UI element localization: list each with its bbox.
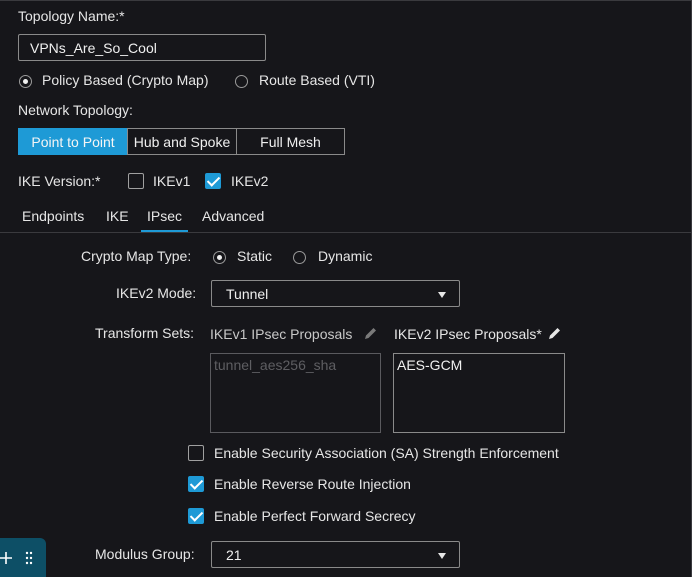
- caret-down-icon: [438, 553, 446, 559]
- floating-toolbar[interactable]: [0, 538, 46, 577]
- radio-policy-based-label: Policy Based (Crypto Map): [42, 72, 209, 88]
- radio-route-based[interactable]: Route Based (VTI): [234, 72, 384, 90]
- topology-full-mesh[interactable]: Full Mesh: [236, 128, 345, 155]
- caret-down-icon: [438, 292, 446, 298]
- perfect-forward-secrecy-label: Enable Perfect Forward Secrecy: [214, 508, 416, 524]
- sa-strength-checkbox[interactable]: [188, 445, 204, 461]
- perfect-forward-secrecy-checkbox[interactable]: [188, 508, 204, 524]
- top-divider: [0, 0, 692, 1]
- list-item[interactable]: AES-GCM: [397, 357, 462, 373]
- radio-policy-based-indicator[interactable]: [19, 75, 32, 88]
- radio-dynamic-label: Dynamic: [318, 248, 373, 264]
- transform-sets-label: Transform Sets:: [95, 325, 195, 341]
- radio-static[interactable]: Static: [212, 248, 282, 266]
- reverse-route-injection-label: Enable Reverse Route Injection: [214, 476, 411, 492]
- ikev2-checkbox[interactable]: [205, 173, 221, 189]
- tabs-divider: [0, 232, 692, 233]
- radio-policy-based[interactable]: Policy Based (Crypto Map): [18, 72, 218, 90]
- topology-name-label: Topology Name:*: [18, 8, 125, 24]
- ikev1-label: IKEv1: [153, 173, 191, 189]
- ikev1-checkbox[interactable]: [128, 173, 144, 189]
- reverse-route-injection-checkbox[interactable]: [188, 476, 204, 492]
- pencil-icon[interactable]: [547, 326, 562, 341]
- modulus-group-label: Modulus Group:: [95, 546, 195, 562]
- plus-icon[interactable]: [0, 552, 12, 564]
- radio-static-label: Static: [237, 248, 273, 264]
- ikev2-label: IKEv2: [231, 173, 269, 189]
- ike-version-label: IKE Version:*: [18, 173, 101, 189]
- ikev2-mode-value: Tunnel: [226, 285, 269, 302]
- ikev2-proposals-list[interactable]: AES-GCM: [393, 353, 565, 433]
- tab-ipsec[interactable]: IPsec: [140, 208, 189, 233]
- radio-route-based-label: Route Based (VTI): [259, 72, 375, 88]
- radio-dynamic[interactable]: Dynamic: [292, 248, 382, 266]
- ikev2-mode-label: IKEv2 Mode:: [116, 285, 197, 301]
- radio-dynamic-indicator[interactable]: [293, 251, 306, 264]
- sa-strength-label: Enable Security Association (SA) Strengt…: [214, 445, 559, 461]
- modulus-group-select[interactable]: 21: [211, 541, 460, 568]
- crypto-map-type-label: Crypto Map Type:: [81, 248, 192, 264]
- ikev1-proposals-list: tunnel_aes256_sha: [210, 353, 381, 433]
- list-item: tunnel_aes256_sha: [214, 357, 337, 373]
- tab-advanced[interactable]: Advanced: [202, 208, 264, 224]
- ikev2-proposals-label: IKEv2 IPsec Proposals*: [394, 326, 542, 342]
- pencil-icon[interactable]: [363, 326, 378, 341]
- ikev1-proposals-label: IKEv1 IPsec Proposals: [210, 326, 353, 342]
- radio-route-based-indicator[interactable]: [235, 75, 248, 88]
- drag-handle-icon[interactable]: [25, 551, 33, 565]
- topology-point-to-point[interactable]: Point to Point: [18, 128, 128, 155]
- tab-ike[interactable]: IKE: [106, 208, 129, 224]
- modulus-group-value: 21: [226, 546, 242, 563]
- network-topology-label: Network Topology:: [18, 102, 133, 118]
- radio-static-indicator[interactable]: [213, 251, 226, 264]
- tab-endpoints[interactable]: Endpoints: [22, 208, 84, 224]
- topology-hub-and-spoke[interactable]: Hub and Spoke: [127, 128, 237, 155]
- topology-name-input[interactable]: [18, 34, 266, 61]
- ikev2-mode-select[interactable]: Tunnel: [211, 280, 460, 307]
